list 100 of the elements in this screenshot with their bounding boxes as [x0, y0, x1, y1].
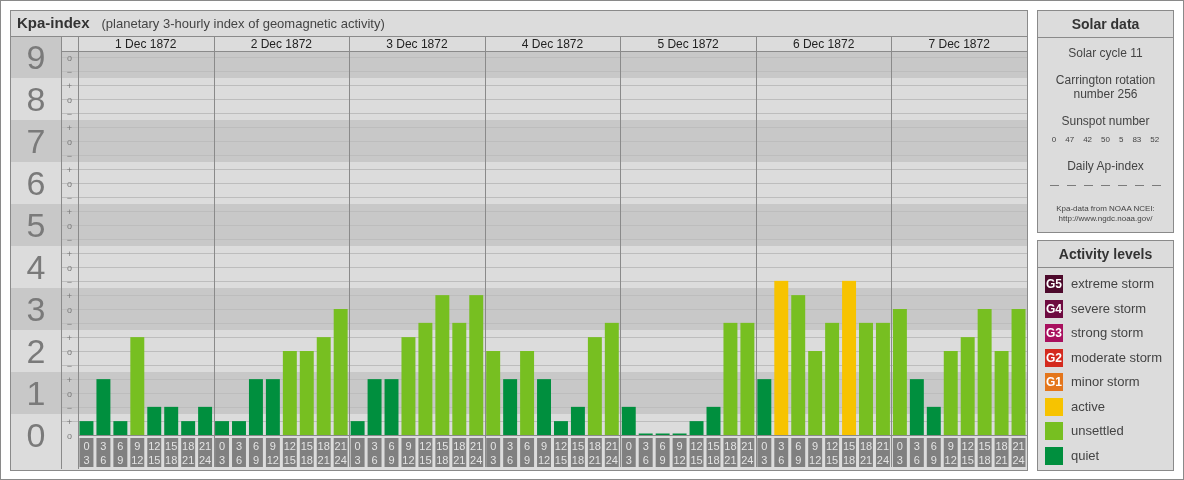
y-minor-mark: +	[66, 332, 73, 343]
y-minor-mark: o	[67, 430, 72, 441]
kp-bar	[96, 379, 111, 435]
time-slot-label: 9 12	[943, 438, 958, 467]
storm-level-badge: G5	[1045, 275, 1063, 293]
y-minor-mark: +	[66, 290, 73, 301]
y-minor-mark: −	[66, 192, 73, 203]
x-tick-label: 0 3	[896, 440, 903, 466]
kp-bar	[248, 379, 263, 435]
day-label: 3 Dec 1872	[386, 37, 448, 51]
y-minor-mark: o	[67, 178, 72, 189]
y-minor-mark: −	[66, 66, 73, 77]
time-slot-label: 3 6	[96, 438, 111, 467]
time-slot-label: 9 12	[401, 438, 416, 467]
carrington-rotation-text: Carrington rotation number 256	[1054, 73, 1157, 101]
y-axis-label: 8	[26, 80, 46, 118]
time-slot-label: 9 12	[537, 438, 551, 467]
time-slot-label: 0 3	[621, 438, 636, 467]
kp-bar	[537, 379, 551, 435]
kp-bar	[350, 421, 365, 435]
time-slot-label: 3 6	[503, 438, 518, 467]
x-tick-label: 6 9	[524, 440, 531, 466]
y-minor-mark: o	[67, 346, 72, 357]
y-axis-label: 3	[26, 290, 46, 328]
time-slot-label: 15 18	[977, 438, 992, 467]
time-slot-label: 15 18	[842, 438, 857, 467]
kp-bar	[554, 421, 568, 435]
x-tick-label: 6 9	[252, 440, 259, 466]
kp-bar	[621, 406, 636, 435]
time-slot-label: 3 6	[638, 438, 653, 467]
time-slot-label: 9 12	[265, 438, 280, 467]
y-minor-mark: o	[67, 52, 72, 63]
y-axis-label: 9	[26, 38, 46, 76]
panel-title: Activity levels	[1038, 241, 1173, 268]
time-slot-label: 0 3	[757, 438, 772, 467]
y-minor-mark: −	[66, 276, 73, 287]
ap-index-value: —	[1101, 179, 1110, 192]
time-slot-label: 6 9	[248, 438, 263, 467]
time-slot-label: 6 9	[113, 438, 128, 467]
time-slot-label: 9 12	[130, 438, 145, 467]
y-minor-mark: +	[66, 164, 73, 175]
legend-label: quiet	[1071, 446, 1100, 465]
y-minor-mark: −	[66, 318, 73, 329]
data-source-text: Kpa-data from NOAA NCEI:	[1056, 203, 1155, 214]
sunspot-value: 52	[1150, 134, 1160, 146]
kp-bar	[147, 406, 162, 435]
time-slot-label: 21 24	[469, 438, 484, 467]
storm-level-badge: G2	[1045, 348, 1063, 367]
x-tick-label: 3 6	[100, 440, 107, 466]
time-slot-label: 12 15	[825, 438, 840, 467]
time-slot-label: 21 24	[198, 438, 213, 467]
time-slot-label: 0 3	[892, 438, 907, 467]
time-slot-label: 18 21	[452, 438, 467, 467]
ap-index-value: —	[1050, 179, 1059, 192]
time-slot-label: 15 18	[299, 438, 314, 467]
x-tick-label: 6 9	[659, 440, 666, 466]
time-slot-label: 0 3	[486, 438, 501, 467]
chart-subtitle: (planetary 3-hourly index of geomagnetic activity)	[101, 14, 385, 33]
y-minor-mark: o	[67, 304, 72, 315]
time-slot-label: 6 9	[791, 438, 806, 467]
storm-level-badge: G3	[1045, 324, 1063, 342]
day-label: 7 Dec 1872	[928, 37, 990, 51]
day-label: 5 Dec 1872	[657, 37, 719, 51]
time-slot-label: 3 6	[367, 438, 382, 467]
kp-bar	[181, 421, 196, 435]
time-slot-label: 18 21	[723, 438, 738, 467]
x-tick-label: 6 9	[930, 440, 937, 466]
time-slot-label: 15 18	[706, 438, 721, 467]
y-axis-label: 1	[26, 374, 46, 412]
y-minor-mark: +	[66, 206, 73, 217]
day-label: 2 Dec 1872	[250, 37, 313, 51]
kp-bar	[232, 421, 246, 435]
y-minor-mark: −	[66, 360, 73, 371]
x-tick-label: 0 3	[354, 440, 361, 466]
ap-index-value: —	[1118, 179, 1127, 192]
y-minor-mark: +	[66, 374, 73, 385]
x-tick-label: 3 6	[778, 440, 785, 466]
time-slot-label: 3 6	[232, 438, 246, 467]
x-tick-label: 0 3	[761, 440, 768, 466]
y-minor-mark: o	[67, 388, 72, 399]
time-slot-label: 6 9	[384, 438, 399, 467]
y-minor-mark: +	[66, 416, 73, 427]
kp-bar	[570, 406, 585, 435]
kp-bar	[926, 406, 941, 435]
time-slot-label: 3 6	[909, 438, 924, 467]
time-slot-label: 9 12	[808, 438, 823, 467]
sunspot-value: 47	[1065, 134, 1075, 146]
time-slot-label: 12 15	[960, 438, 975, 467]
legend-label: unsettled	[1071, 422, 1124, 441]
time-slot-label: 21 24	[876, 438, 890, 467]
x-tick-label: 0 3	[490, 440, 497, 466]
time-slot-label: 12 15	[418, 438, 433, 467]
time-slot-label: 6 9	[655, 438, 670, 467]
ap-index-value: —	[1152, 179, 1161, 192]
kp-bar	[689, 421, 704, 435]
x-tick-label: 3 6	[913, 440, 920, 466]
day-label: 6 Dec 1872	[792, 37, 855, 51]
legend-label: strong storm	[1071, 324, 1144, 343]
kp-bar	[757, 379, 772, 435]
data-source-link[interactable]: http://www.ngdc.noaa.gov/	[1058, 213, 1153, 224]
